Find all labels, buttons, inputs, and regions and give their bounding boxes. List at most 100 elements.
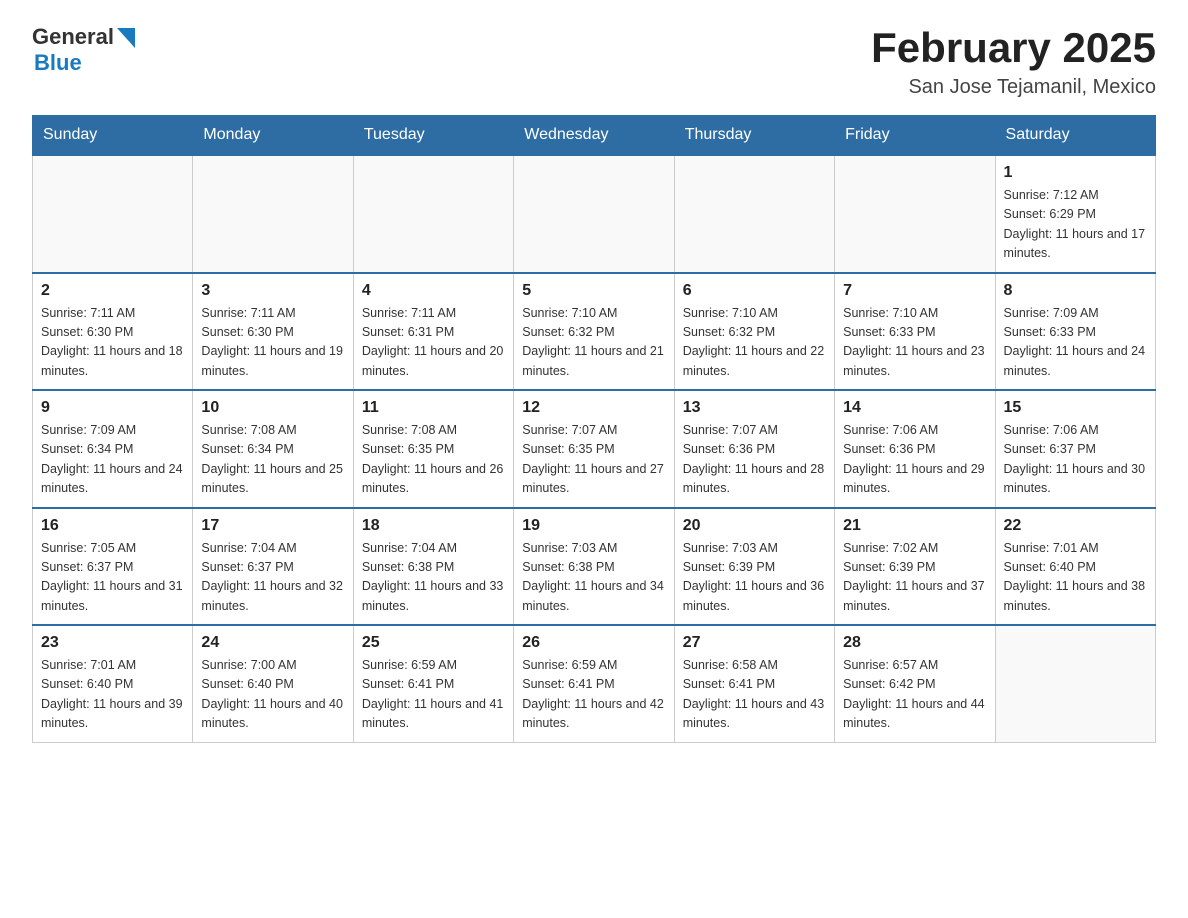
location: San Jose Tejamanil, Mexico <box>871 76 1156 99</box>
calendar-cell: 8 Sunrise: 7:09 AM Sunset: 6:33 PM Daylig… <box>995 273 1155 391</box>
day-number: 16 <box>41 517 184 535</box>
day-info: Sunrise: 7:06 AM Sunset: 6:37 PM Dayligh… <box>1004 421 1147 499</box>
calendar-table: SundayMondayTuesdayWednesdayThursdayFrid… <box>32 115 1156 743</box>
title-area: February 2025 San Jose Tejamanil, Mexico <box>871 24 1156 99</box>
calendar-cell <box>514 155 674 273</box>
logo-triangle-icon <box>117 28 135 48</box>
day-info: Sunrise: 7:08 AM Sunset: 6:35 PM Dayligh… <box>362 421 505 499</box>
day-info: Sunrise: 7:04 AM Sunset: 6:37 PM Dayligh… <box>201 539 344 617</box>
calendar-cell <box>193 155 353 273</box>
day-info: Sunrise: 7:00 AM Sunset: 6:40 PM Dayligh… <box>201 656 344 734</box>
calendar-cell: 14 Sunrise: 7:06 AM Sunset: 6:36 PM Dayli… <box>835 390 995 508</box>
header-day-monday: Monday <box>193 116 353 156</box>
day-info: Sunrise: 7:03 AM Sunset: 6:39 PM Dayligh… <box>683 539 826 617</box>
day-info: Sunrise: 7:07 AM Sunset: 6:35 PM Dayligh… <box>522 421 665 499</box>
calendar-cell: 18 Sunrise: 7:04 AM Sunset: 6:38 PM Dayli… <box>353 508 513 626</box>
day-number: 26 <box>522 634 665 652</box>
calendar-cell: 11 Sunrise: 7:08 AM Sunset: 6:35 PM Dayli… <box>353 390 513 508</box>
day-number: 11 <box>362 399 505 417</box>
day-info: Sunrise: 7:08 AM Sunset: 6:34 PM Dayligh… <box>201 421 344 499</box>
day-info: Sunrise: 7:04 AM Sunset: 6:38 PM Dayligh… <box>362 539 505 617</box>
day-number: 7 <box>843 282 986 300</box>
day-info: Sunrise: 6:58 AM Sunset: 6:41 PM Dayligh… <box>683 656 826 734</box>
month-title: February 2025 <box>871 24 1156 72</box>
day-info: Sunrise: 7:10 AM Sunset: 6:32 PM Dayligh… <box>683 304 826 382</box>
day-info: Sunrise: 7:11 AM Sunset: 6:30 PM Dayligh… <box>41 304 184 382</box>
day-number: 20 <box>683 517 826 535</box>
calendar-cell: 1 Sunrise: 7:12 AM Sunset: 6:29 PM Daylig… <box>995 155 1155 273</box>
day-number: 19 <box>522 517 665 535</box>
day-info: Sunrise: 7:10 AM Sunset: 6:33 PM Dayligh… <box>843 304 986 382</box>
calendar-cell: 23 Sunrise: 7:01 AM Sunset: 6:40 PM Dayli… <box>33 625 193 742</box>
day-info: Sunrise: 7:09 AM Sunset: 6:33 PM Dayligh… <box>1004 304 1147 382</box>
calendar-cell: 6 Sunrise: 7:10 AM Sunset: 6:32 PM Daylig… <box>674 273 834 391</box>
day-info: Sunrise: 7:07 AM Sunset: 6:36 PM Dayligh… <box>683 421 826 499</box>
calendar-week-row: 9 Sunrise: 7:09 AM Sunset: 6:34 PM Daylig… <box>33 390 1156 508</box>
calendar-cell <box>353 155 513 273</box>
day-number: 1 <box>1004 164 1147 182</box>
calendar-week-row: 16 Sunrise: 7:05 AM Sunset: 6:37 PM Dayli… <box>33 508 1156 626</box>
day-number: 13 <box>683 399 826 417</box>
day-number: 15 <box>1004 399 1147 417</box>
calendar-cell: 15 Sunrise: 7:06 AM Sunset: 6:37 PM Dayli… <box>995 390 1155 508</box>
day-info: Sunrise: 7:03 AM Sunset: 6:38 PM Dayligh… <box>522 539 665 617</box>
calendar-cell: 28Sunrise: 6:57 AM Sunset: 6:42 PM Dayli… <box>835 625 995 742</box>
day-number: 25 <box>362 634 505 652</box>
calendar-cell: 25 Sunrise: 6:59 AM Sunset: 6:41 PM Dayli… <box>353 625 513 742</box>
calendar-cell <box>33 155 193 273</box>
calendar-cell: 7 Sunrise: 7:10 AM Sunset: 6:33 PM Daylig… <box>835 273 995 391</box>
day-number: 21 <box>843 517 986 535</box>
day-number: 23 <box>41 634 184 652</box>
header-day-wednesday: Wednesday <box>514 116 674 156</box>
day-info: Sunrise: 7:12 AM Sunset: 6:29 PM Dayligh… <box>1004 186 1147 264</box>
day-info: Sunrise: 7:02 AM Sunset: 6:39 PM Dayligh… <box>843 539 986 617</box>
calendar-week-row: 23 Sunrise: 7:01 AM Sunset: 6:40 PM Dayli… <box>33 625 1156 742</box>
calendar-cell: 21 Sunrise: 7:02 AM Sunset: 6:39 PM Dayli… <box>835 508 995 626</box>
header-day-thursday: Thursday <box>674 116 834 156</box>
day-number: 4 <box>362 282 505 300</box>
logo-text-blue: Blue <box>34 50 82 76</box>
calendar-cell: 24 Sunrise: 7:00 AM Sunset: 6:40 PM Dayli… <box>193 625 353 742</box>
day-number: 22 <box>1004 517 1147 535</box>
day-number: 24 <box>201 634 344 652</box>
day-number: 14 <box>843 399 986 417</box>
calendar-cell <box>835 155 995 273</box>
header-day-tuesday: Tuesday <box>353 116 513 156</box>
calendar-cell <box>995 625 1155 742</box>
day-number: 3 <box>201 282 344 300</box>
day-number: 27 <box>683 634 826 652</box>
calendar-cell: 10 Sunrise: 7:08 AM Sunset: 6:34 PM Dayli… <box>193 390 353 508</box>
day-info: Sunrise: 6:59 AM Sunset: 6:41 PM Dayligh… <box>362 656 505 734</box>
calendar-cell: 3 Sunrise: 7:11 AM Sunset: 6:30 PM Daylig… <box>193 273 353 391</box>
day-number: 9 <box>41 399 184 417</box>
calendar-cell: 17 Sunrise: 7:04 AM Sunset: 6:37 PM Dayli… <box>193 508 353 626</box>
day-number: 2 <box>41 282 184 300</box>
header-day-friday: Friday <box>835 116 995 156</box>
calendar-cell: 9 Sunrise: 7:09 AM Sunset: 6:34 PM Daylig… <box>33 390 193 508</box>
day-info: Sunrise: 6:59 AM Sunset: 6:41 PM Dayligh… <box>522 656 665 734</box>
logo: General Blue <box>32 24 135 76</box>
day-number: 18 <box>362 517 505 535</box>
day-info: Sunrise: 7:06 AM Sunset: 6:36 PM Dayligh… <box>843 421 986 499</box>
calendar-cell: 22Sunrise: 7:01 AM Sunset: 6:40 PM Dayli… <box>995 508 1155 626</box>
day-info: Sunrise: 7:11 AM Sunset: 6:31 PM Dayligh… <box>362 304 505 382</box>
calendar-cell: 19 Sunrise: 7:03 AM Sunset: 6:38 PM Dayli… <box>514 508 674 626</box>
day-number: 10 <box>201 399 344 417</box>
calendar-cell: 13 Sunrise: 7:07 AM Sunset: 6:36 PM Dayli… <box>674 390 834 508</box>
day-info: Sunrise: 7:09 AM Sunset: 6:34 PM Dayligh… <box>41 421 184 499</box>
day-info: Sunrise: 7:05 AM Sunset: 6:37 PM Dayligh… <box>41 539 184 617</box>
calendar-cell: 5Sunrise: 7:10 AM Sunset: 6:32 PM Daylig… <box>514 273 674 391</box>
calendar-header-row: SundayMondayTuesdayWednesdayThursdayFrid… <box>33 116 1156 156</box>
day-number: 8 <box>1004 282 1147 300</box>
calendar-cell: 2 Sunrise: 7:11 AM Sunset: 6:30 PM Daylig… <box>33 273 193 391</box>
day-info: Sunrise: 7:01 AM Sunset: 6:40 PM Dayligh… <box>41 656 184 734</box>
day-number: 12 <box>522 399 665 417</box>
calendar-week-row: 1 Sunrise: 7:12 AM Sunset: 6:29 PM Daylig… <box>33 155 1156 273</box>
day-info: Sunrise: 7:10 AM Sunset: 6:32 PM Dayligh… <box>522 304 665 382</box>
day-info: Sunrise: 7:11 AM Sunset: 6:30 PM Dayligh… <box>201 304 344 382</box>
day-number: 6 <box>683 282 826 300</box>
calendar-cell: 27 Sunrise: 6:58 AM Sunset: 6:41 PM Dayli… <box>674 625 834 742</box>
header-day-saturday: Saturday <box>995 116 1155 156</box>
day-number: 17 <box>201 517 344 535</box>
calendar-cell: 20 Sunrise: 7:03 AM Sunset: 6:39 PM Dayli… <box>674 508 834 626</box>
